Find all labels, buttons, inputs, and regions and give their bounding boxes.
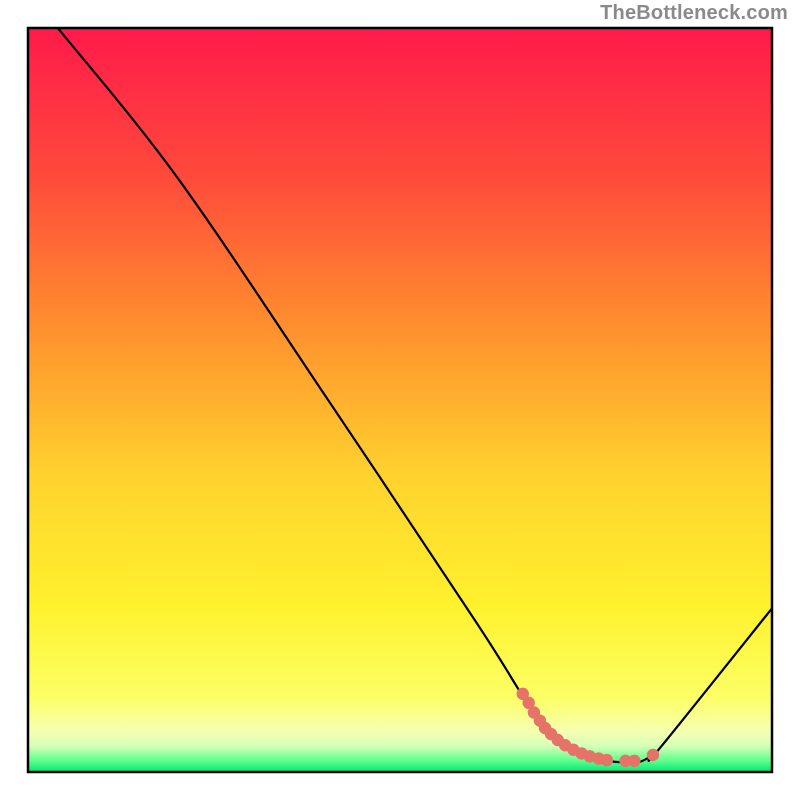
marker-dot	[601, 754, 613, 766]
gradient-background	[28, 28, 772, 772]
attribution-text: TheBottleneck.com	[600, 2, 788, 25]
chart-svg	[0, 0, 800, 800]
marker-dot	[647, 749, 659, 761]
marker-dot	[628, 755, 640, 767]
chart-container: TheBottleneck.com	[0, 0, 800, 800]
